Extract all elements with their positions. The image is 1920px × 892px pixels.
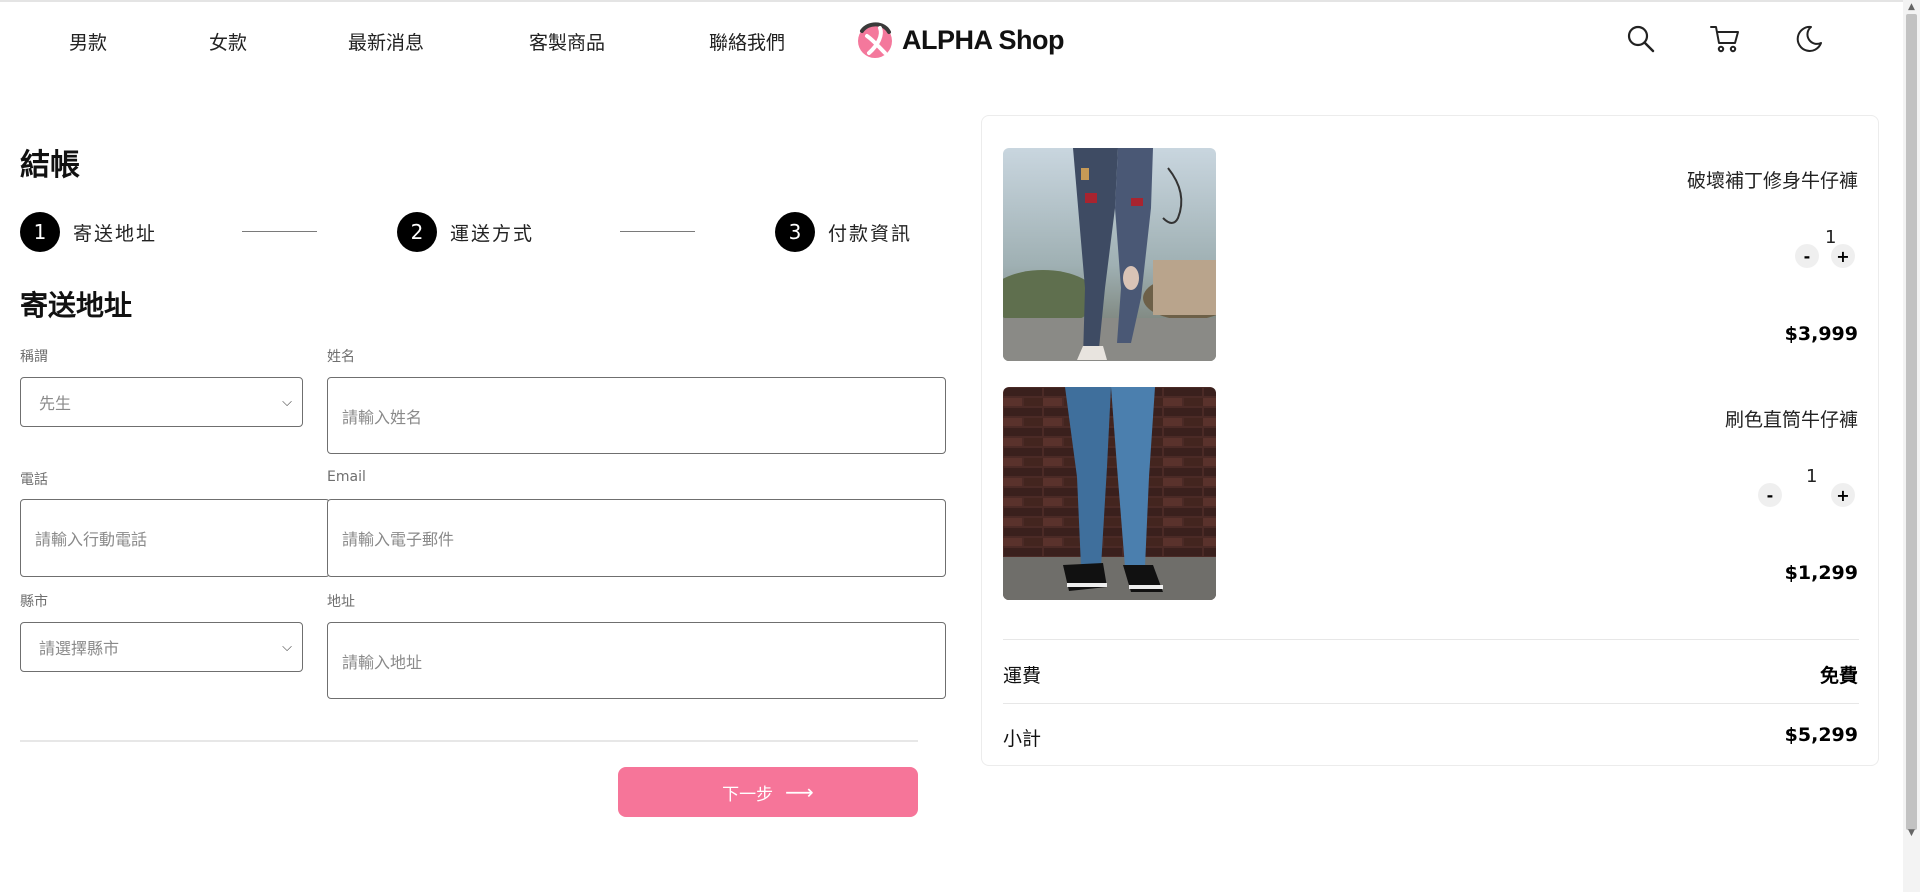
step-number: 2 (397, 212, 437, 252)
product-image-washed-jeans[interactable] (1003, 387, 1216, 600)
address-label: 地址 (327, 594, 355, 610)
step-shipping-method: 2 運送方式 (397, 212, 534, 252)
scroll-down-arrow-icon[interactable]: ▼ (1903, 828, 1920, 838)
nav-item-custom[interactable]: 客製商品 (529, 28, 605, 55)
product-photo (1003, 148, 1216, 361)
city-label: 縣市 (20, 594, 48, 610)
next-step-button[interactable]: 下一步 ⟶ (618, 767, 918, 817)
salutation-value: 先生 (39, 394, 72, 413)
quantity-increase-button[interactable]: + (1831, 244, 1855, 268)
step-number: 1 (20, 212, 60, 252)
next-step-label: 下一步 (722, 784, 774, 805)
nav-item-men[interactable]: 男款 (69, 28, 107, 55)
step-payment-info: 3 付款資訊 (775, 212, 912, 252)
nav-item-women[interactable]: 女款 (209, 28, 247, 55)
step-shipping-address: 1 寄送地址 (20, 212, 157, 252)
product-quantity: 1 (1825, 227, 1837, 248)
step-label: 寄送地址 (73, 222, 158, 245)
page-scrollbar[interactable]: ▲ ▼ (1903, 0, 1920, 892)
product-name: 刷色直筒牛仔褲 (1724, 409, 1858, 431)
theme-toggle-button[interactable] (1792, 22, 1826, 56)
step-number: 3 (775, 212, 815, 252)
moon-icon (1796, 25, 1822, 52)
step-connector (242, 231, 317, 232)
scroll-up-arrow-icon[interactable]: ▲ (1903, 2, 1920, 12)
phone-placeholder: 請輸入行動電話 (35, 530, 148, 549)
subtotal-label: 小計 (1003, 728, 1042, 750)
email-placeholder: 請輸入電子郵件 (342, 530, 455, 549)
cart-button[interactable] (1708, 22, 1742, 56)
search-icon (1627, 25, 1655, 53)
name-input[interactable]: 請輸入姓名 (327, 377, 946, 454)
email-input[interactable]: 請輸入電子郵件 (327, 499, 946, 577)
window-top-border (0, 0, 1920, 2)
section-title: 寄送地址 (20, 289, 133, 322)
scrollbar-thumb[interactable] (1906, 14, 1917, 830)
name-placeholder: 請輸入姓名 (342, 407, 423, 427)
product-price: $1,299 (1784, 562, 1858, 584)
product-quantity: 1 (1806, 466, 1818, 487)
step-label: 付款資訊 (828, 222, 913, 245)
salutation-label: 稱謂 (20, 349, 48, 365)
quantity-increase-button[interactable]: + (1831, 483, 1855, 507)
address-input[interactable]: 請輸入地址 (327, 622, 946, 699)
quantity-decrease-button[interactable]: - (1758, 483, 1782, 507)
logo-mark-icon (858, 22, 892, 58)
nav-item-contact[interactable]: 聯絡我們 (709, 28, 785, 55)
shipping-value: 免費 (1819, 665, 1858, 687)
subtotal-value: $5,299 (1784, 724, 1858, 746)
product-price: $3,999 (1784, 323, 1858, 345)
product-photo (1003, 387, 1216, 600)
product-name: 破壞補丁修身牛仔褲 (1686, 170, 1858, 192)
logo-text: ALPHA Shop (902, 24, 1064, 55)
city-value: 請選擇縣市 (39, 639, 120, 658)
phone-input[interactable]: 請輸入行動電話 (20, 499, 330, 577)
search-button[interactable] (1624, 22, 1658, 56)
cart-panel: 破壞補丁修身牛仔褲 1 - + $3,999 刷色直筒牛仔褲 1 - + $1,… (981, 115, 1879, 766)
city-select[interactable]: 請選擇縣市 ⌵ (20, 622, 303, 672)
email-label: Email (327, 469, 366, 485)
name-label: 姓名 (327, 349, 355, 365)
quantity-decrease-button[interactable]: - (1795, 244, 1819, 268)
address-placeholder: 請輸入地址 (342, 652, 423, 672)
cart-divider (1003, 703, 1859, 704)
chevron-down-icon: ⌵ (282, 639, 292, 655)
arrow-right-icon: ⟶ (785, 780, 814, 804)
product-image-patched-jeans[interactable] (1003, 148, 1216, 361)
chevron-down-icon: ⌵ (282, 394, 292, 410)
step-connector (620, 231, 695, 232)
form-divider (20, 740, 918, 742)
step-label: 運送方式 (450, 222, 535, 245)
shipping-label: 運費 (1003, 665, 1042, 687)
phone-label: 電話 (20, 472, 48, 488)
page-title: 結帳 (20, 148, 80, 183)
salutation-select[interactable]: 先生 ⌵ (20, 377, 303, 427)
site-logo[interactable]: ALPHA Shop (856, 19, 1064, 61)
nav-item-news[interactable]: 最新消息 (348, 28, 424, 55)
cart-icon (1710, 26, 1739, 53)
cart-divider (1003, 639, 1859, 640)
